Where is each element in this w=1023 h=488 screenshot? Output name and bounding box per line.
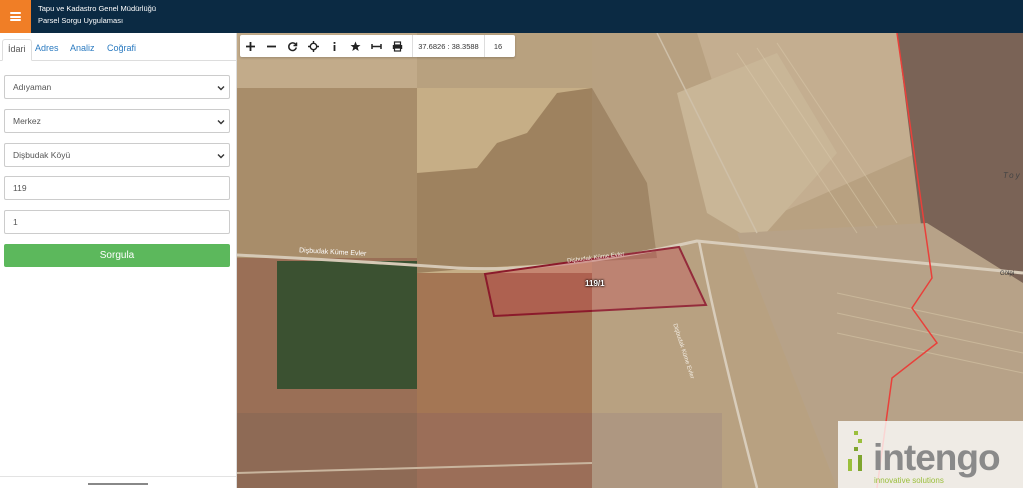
parcel-input[interactable]: 1 <box>4 210 230 234</box>
map-toolbar: 37.6826 : 38.3588 16 <box>240 35 515 57</box>
info-icon <box>333 41 336 51</box>
map-view[interactable]: Dişbudak Küme Evler Dişbudak Küme Evler … <box>237 33 1023 488</box>
intengo-watermark: intengo innovative solutions <box>838 421 1023 488</box>
sidebar-tabs: İdari Adres Analiz Coğrafi <box>0 33 236 61</box>
block-input-value: 119 <box>13 183 27 193</box>
info-button[interactable] <box>324 35 345 57</box>
place-label: Gölpi <box>1000 271 1015 277</box>
refresh-button[interactable] <box>282 35 303 57</box>
app-title: Tapu ve Kadastro Genel Müdürlüğü Parsel … <box>38 3 156 27</box>
zoom-out-icon <box>267 45 276 47</box>
chevron-down-icon <box>217 154 225 159</box>
chevron-down-icon <box>217 86 225 91</box>
zoom-level: 16 <box>493 41 503 51</box>
footer-stub <box>88 483 148 485</box>
locate-button[interactable] <box>303 35 324 57</box>
favorite-button[interactable] <box>345 35 366 57</box>
district-select[interactable]: Merkez <box>4 109 230 133</box>
district-select-value: Merkez <box>13 116 41 126</box>
zoom-out-button[interactable] <box>261 35 282 57</box>
app-title-line1: Tapu ve Kadastro Genel Müdürlüğü <box>38 4 156 13</box>
tab-idari[interactable]: İdari <box>2 39 32 61</box>
satellite-imagery <box>237 33 1023 488</box>
province-select-value: Adıyaman <box>13 82 52 92</box>
parcel-label: 119/1 <box>585 279 605 288</box>
star-icon <box>350 41 361 51</box>
tab-analiz[interactable]: Analiz <box>65 39 100 61</box>
intengo-logo-icon <box>848 431 862 471</box>
zoom-in-button[interactable] <box>240 35 261 57</box>
print-icon <box>392 40 403 52</box>
intengo-brand: intengo <box>873 437 1001 478</box>
measure-icon <box>371 43 382 49</box>
sorgula-button[interactable]: Sorgula <box>4 244 230 267</box>
tab-adres[interactable]: Adres <box>30 39 64 61</box>
app-header: Tapu ve Kadastro Genel Müdürlüğü Parsel … <box>0 0 1023 33</box>
sidebar-footer <box>0 476 236 488</box>
neighborhood-select[interactable]: Dişbudak Köyü <box>4 143 230 167</box>
locate-icon <box>308 40 319 52</box>
tab-cografi[interactable]: Coğrafi <box>102 39 141 61</box>
parcel-input-value: 1 <box>13 217 18 227</box>
chevron-down-icon <box>217 120 225 125</box>
province-select[interactable]: Adıyaman <box>4 75 230 99</box>
print-button[interactable] <box>387 35 408 57</box>
neighborhood-select-value: Dişbudak Köyü <box>13 150 71 160</box>
zoom-in-icon <box>246 41 255 51</box>
app-title-line2: Parsel Sorgu Uygulaması <box>38 16 124 25</box>
sidebar: İdari Adres Analiz Coğrafi Adıyaman Merk… <box>0 33 237 488</box>
refresh-icon <box>288 41 298 51</box>
measure-button[interactable] <box>366 35 387 57</box>
hamburger-icon <box>10 12 21 21</box>
intengo-tagline: innovative solutions <box>874 476 944 485</box>
place-label: Toy <box>1003 171 1022 180</box>
menu-button[interactable] <box>0 0 31 33</box>
coordinate-readout: 37.6826 : 38.3588 <box>412 35 485 57</box>
block-input[interactable]: 119 <box>4 176 230 200</box>
